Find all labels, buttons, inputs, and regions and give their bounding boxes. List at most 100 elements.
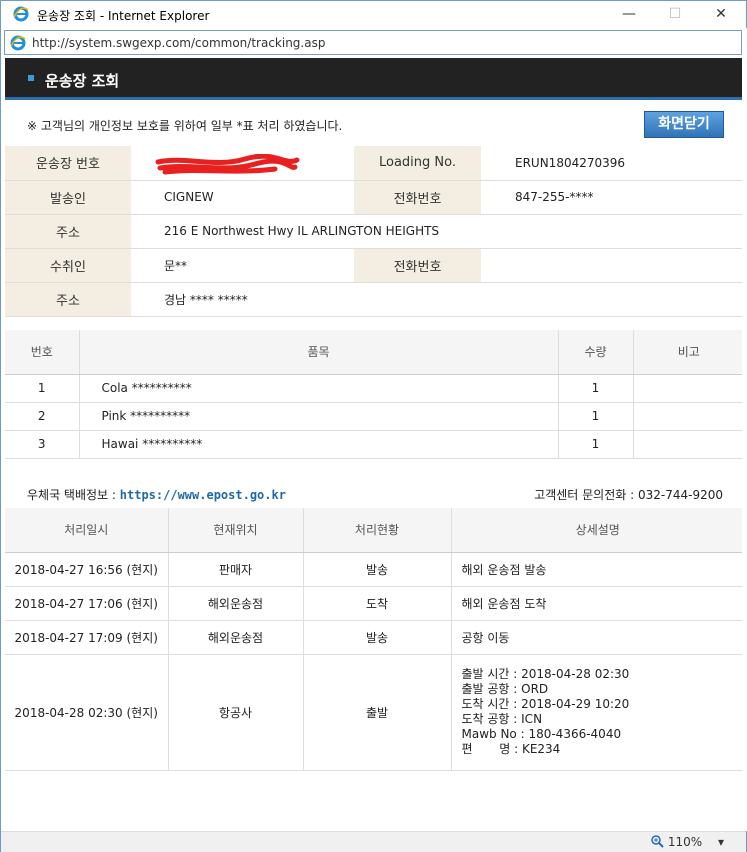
header-bullet-icon bbox=[28, 75, 34, 81]
sender-phone-value: 847-255-**** bbox=[481, 180, 744, 215]
privacy-notice: ※ 고객님의 개인정보 보호를 위하여 일부 *표 처리 하였습니다. bbox=[27, 119, 343, 133]
items-col-header: 비고 bbox=[633, 330, 744, 375]
items-col-header: 품목 bbox=[79, 330, 559, 375]
info-row: 주소 216 E Northwest Hwy IL ARLINGTON HEIG… bbox=[5, 214, 744, 249]
tracking-col-header: 처리현황 bbox=[303, 508, 452, 553]
chevron-down-icon: ▾ bbox=[717, 835, 724, 849]
zoom-control[interactable]: 110% ▾ bbox=[651, 835, 724, 849]
detail-line: 도착 공항 : ICN bbox=[461, 712, 543, 726]
tracking-col-header: 처리일시 bbox=[5, 508, 169, 553]
detail-line: Mawb No : 180-4366-4040 bbox=[461, 727, 622, 741]
post-label: 우체국 택배정보 : bbox=[27, 488, 120, 502]
shipment-info-table: 운송장 번호 Loading No. ERUN1804270396 발송인 CI… bbox=[5, 146, 744, 317]
item-no: 2 bbox=[5, 402, 80, 431]
item-qty: 1 bbox=[558, 430, 634, 459]
post-info: 우체국 택배정보 : https://www.epost.go.kr bbox=[27, 486, 286, 503]
item-name: Pink ********** bbox=[79, 402, 559, 431]
status-bar: 110% ▾ bbox=[1, 831, 746, 852]
item-note bbox=[633, 430, 744, 459]
customer-center-phone: 고객센터 문의전화 : 032-744-9200 bbox=[534, 488, 723, 502]
tracking-location: 해외운송점 bbox=[168, 586, 304, 621]
table-row: 1 Cola ********** 1 bbox=[5, 374, 744, 403]
tracking-status: 발송 bbox=[303, 620, 452, 655]
tracking-location: 판매자 bbox=[168, 552, 304, 587]
zoom-level: 110% bbox=[667, 835, 703, 849]
page-content: 운송장 조회 ※ 고객님의 개인정보 보호를 위하여 일부 *표 처리 하였습니… bbox=[5, 58, 744, 831]
page-edge bbox=[742, 28, 747, 831]
table-row: 2018-04-28 02:30 (현지) 항공사 출발 출발 시간 : 201… bbox=[5, 654, 744, 771]
item-name: Hawai ********** bbox=[79, 430, 559, 459]
tracking-time: 2018-04-27 17:09 (현지) bbox=[5, 620, 169, 655]
table-row: 2 Pink ********** 1 bbox=[5, 402, 744, 431]
items-col-header: 수량 bbox=[558, 330, 634, 375]
maximize-button[interactable]: ☐ bbox=[652, 3, 698, 25]
receiver-value: 문** bbox=[131, 248, 354, 283]
sender-value: CIGNEW bbox=[131, 180, 354, 215]
tracking-status: 발송 bbox=[303, 552, 452, 587]
tracking-status: 도착 bbox=[303, 586, 452, 621]
item-qty: 1 bbox=[558, 374, 634, 403]
tracking-location: 항공사 bbox=[168, 654, 304, 771]
tracking-table: 처리일시 현재위치 처리현황 상세설명 2018-04-27 16:56 (현지… bbox=[5, 508, 744, 771]
receiver-address-label: 주소 bbox=[5, 282, 131, 317]
tracking-detail: 공항 이동 bbox=[451, 620, 744, 655]
tracking-time: 2018-04-27 16:56 (현지) bbox=[5, 552, 169, 587]
table-row: 2018-04-27 16:56 (현지) 판매자 발송 해외 운송점 발송 bbox=[5, 552, 744, 587]
window-title: 운송장 조회 - Internet Explorer bbox=[37, 9, 210, 23]
tracking-col-header: 상세설명 bbox=[451, 508, 744, 553]
sender-phone-label: 전화번호 bbox=[354, 180, 481, 215]
ie-logo-icon bbox=[13, 6, 29, 22]
info-row: 발송인 CIGNEW 전화번호 847-255-**** bbox=[5, 180, 744, 215]
item-qty: 1 bbox=[558, 402, 634, 431]
page-header: 운송장 조회 bbox=[5, 58, 744, 100]
close-window-button[interactable]: ✕ bbox=[698, 3, 744, 25]
tracking-time: 2018-04-27 17:06 (현지) bbox=[5, 586, 169, 621]
title-bar: 운송장 조회 - Internet Explorer — ☐ ✕ bbox=[1, 1, 746, 28]
close-screen-button[interactable]: 화면닫기 bbox=[644, 111, 724, 138]
items-col-header: 번호 bbox=[5, 330, 80, 375]
waybill-label: 운송장 번호 bbox=[5, 146, 131, 181]
page-title: 운송장 조회 bbox=[45, 72, 120, 90]
items-header-row: 번호 품목 수량 비고 bbox=[5, 330, 744, 375]
tracking-time: 2018-04-28 02:30 (현지) bbox=[5, 654, 169, 771]
address-bar[interactable]: http://system.swgexp.com/common/tracking… bbox=[4, 30, 742, 55]
sender-label: 발송인 bbox=[5, 180, 131, 215]
sender-address-label: 주소 bbox=[5, 214, 131, 249]
item-note bbox=[633, 402, 744, 431]
item-no: 1 bbox=[5, 374, 80, 403]
detail-line: 편 명 : KE234 bbox=[461, 742, 561, 756]
receiver-label: 수취인 bbox=[5, 248, 131, 283]
detail-line: 도착 시간 : 2018-04-29 10:20 bbox=[461, 697, 630, 711]
detail-line: 출발 공항 : ORD bbox=[461, 682, 549, 696]
browser-window: 운송장 조회 - Internet Explorer — ☐ ✕ http://… bbox=[0, 0, 747, 852]
tracking-col-header: 현재위치 bbox=[168, 508, 304, 553]
loading-value: ERUN1804270396 bbox=[481, 146, 744, 181]
receiver-phone-label: 전화번호 bbox=[354, 248, 481, 283]
tracking-status: 출발 bbox=[303, 654, 452, 771]
tracking-detail: 해외 운송점 발송 bbox=[451, 552, 744, 587]
tracking-location: 해외운송점 bbox=[168, 620, 304, 655]
receiver-address-value: 경남 **** ***** bbox=[131, 282, 744, 317]
item-note bbox=[633, 374, 744, 403]
loading-label: Loading No. bbox=[354, 146, 481, 181]
redaction-scribble bbox=[155, 154, 300, 175]
items-table: 번호 품목 수량 비고 1 Cola ********** 1 2 Pink *… bbox=[5, 330, 744, 459]
table-row: 3 Hawai ********** 1 bbox=[5, 430, 744, 459]
table-row: 2018-04-27 17:06 (현지) 해외운송점 도착 해외 운송점 도착 bbox=[5, 586, 744, 621]
epost-link[interactable]: https://www.epost.go.kr bbox=[120, 488, 286, 502]
info-row: 주소 경남 **** ***** bbox=[5, 282, 744, 317]
item-name: Cola ********** bbox=[79, 374, 559, 403]
tracking-detail: 해외 운송점 도착 bbox=[451, 586, 744, 621]
url-text[interactable]: http://system.swgexp.com/common/tracking… bbox=[32, 36, 325, 50]
zoom-icon bbox=[651, 835, 664, 848]
table-row: 2018-04-27 17:09 (현지) 해외운송점 발송 공항 이동 bbox=[5, 620, 744, 655]
info-row: 운송장 번호 Loading No. ERUN1804270396 bbox=[5, 146, 744, 181]
sender-address-value: 216 E Northwest Hwy IL ARLINGTON HEIGHTS bbox=[131, 214, 744, 249]
ie-logo-icon bbox=[10, 35, 26, 51]
detail-line: 출발 시간 : 2018-04-28 02:30 bbox=[461, 667, 630, 681]
item-no: 3 bbox=[5, 430, 80, 459]
minimize-button[interactable]: — bbox=[606, 3, 652, 25]
tracking-detail: 출발 시간 : 2018-04-28 02:30 출발 공항 : ORD 도착 … bbox=[451, 654, 744, 771]
tracking-header-row: 처리일시 현재위치 처리현황 상세설명 bbox=[5, 508, 744, 553]
info-row: 수취인 문** 전화번호 bbox=[5, 248, 744, 283]
